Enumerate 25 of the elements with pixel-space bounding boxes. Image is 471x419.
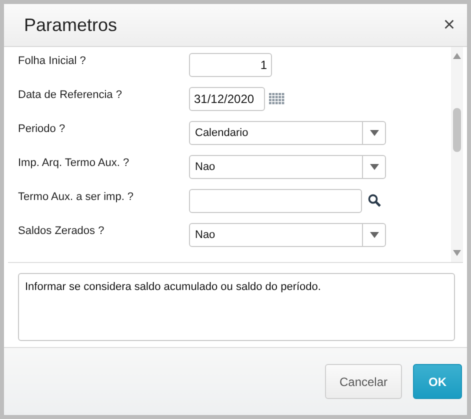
window-title: Parametros (24, 14, 118, 36)
dropdown-field[interactable]: Nao (189, 223, 386, 247)
search-icon[interactable] (368, 194, 381, 207)
field-label: Imp. Arq. Termo Aux. ? (18, 156, 130, 171)
scroll-down-icon[interactable] (453, 250, 461, 256)
close-button[interactable]: × (443, 15, 455, 35)
number-field[interactable]: 1 (189, 53, 272, 77)
caret-icon (370, 232, 378, 238)
field-label: Termo Aux. a ser imp. ? (18, 190, 135, 205)
dropdown-field[interactable]: Calendario (189, 121, 386, 145)
calendar-icon[interactable] (269, 93, 285, 105)
scroll-up-icon[interactable] (453, 53, 461, 59)
scroll-thumb[interactable] (453, 108, 461, 152)
field-label: Saldos Zerados ? (18, 224, 106, 239)
cancel-button[interactable]: Cancelar (325, 364, 402, 399)
dropdown-field[interactable]: Nao (189, 155, 386, 179)
caret-icon (370, 164, 378, 170)
field-label: Periodo ? (18, 122, 66, 137)
caret-icon (370, 130, 378, 136)
date-field[interactable]: 31/12/2020 (189, 87, 265, 111)
lookup-field[interactable] (189, 189, 362, 213)
field-label: Folha Inicial ? (18, 54, 87, 69)
scrollbar[interactable] (451, 47, 463, 262)
help-text: Informar se considera saldo acumulado ou saldo do período. (18, 273, 455, 341)
field-label: Data de Referencia ? (18, 88, 123, 103)
